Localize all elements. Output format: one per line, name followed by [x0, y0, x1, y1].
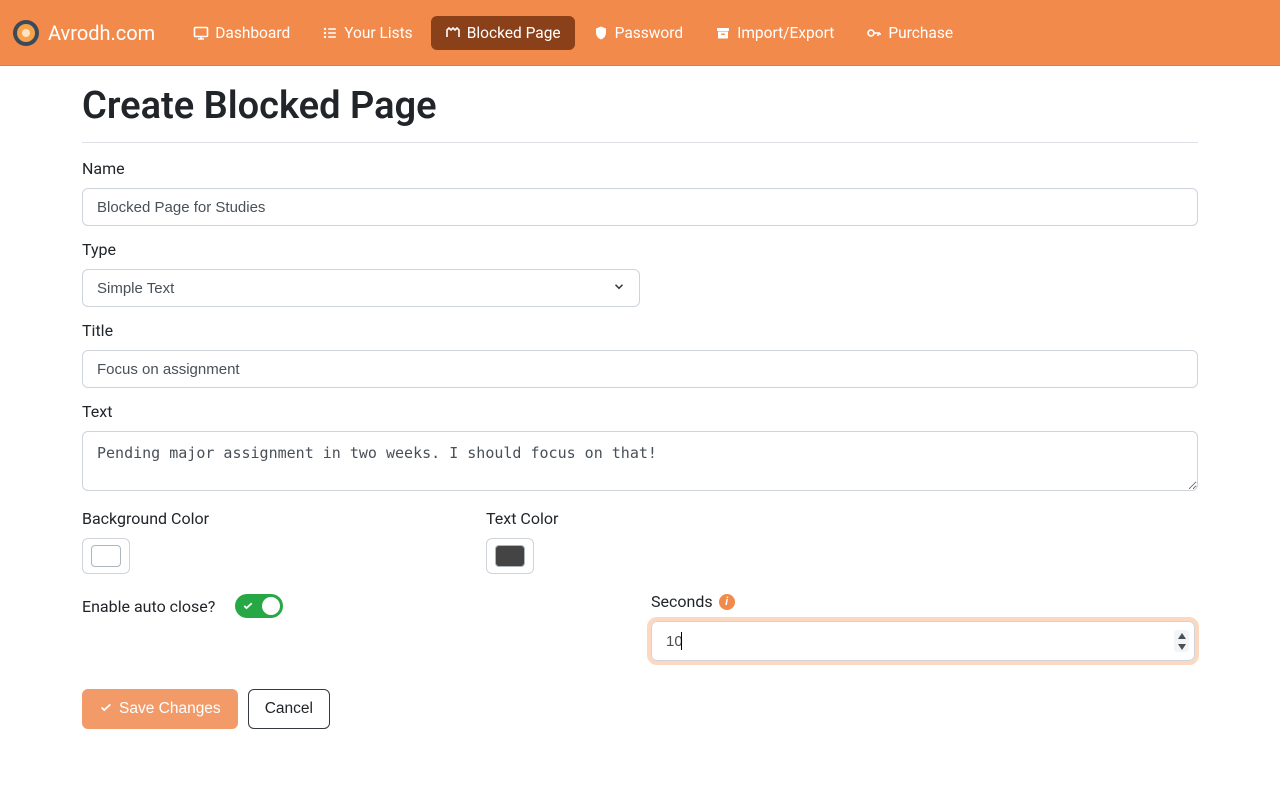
- title-input[interactable]: [82, 350, 1198, 388]
- nav-item-label: Purchase: [888, 24, 953, 42]
- field-name: Name: [82, 159, 1198, 226]
- autoclose-label: Enable auto close?: [82, 597, 215, 616]
- seconds-input[interactable]: [651, 621, 1195, 661]
- field-title: Title: [82, 321, 1198, 388]
- nav-item-password[interactable]: Password: [579, 16, 697, 50]
- key-icon: [866, 25, 882, 41]
- nav-item-purchase[interactable]: Purchase: [852, 16, 967, 50]
- name-label: Name: [82, 159, 1198, 178]
- field-type: Type Simple Text: [82, 240, 1198, 307]
- textcolor-label: Text Color: [486, 509, 866, 528]
- logo-icon: [12, 19, 40, 47]
- bgcolor-swatch: [91, 545, 121, 567]
- spinner-down[interactable]: [1174, 641, 1189, 652]
- list-icon: [322, 25, 338, 41]
- divider: [82, 142, 1198, 143]
- seconds-label: Seconds: [651, 592, 713, 611]
- nav-item-label: Import/Export: [737, 24, 834, 42]
- nav-items: Dashboard Your Lists Blocked Page Passwo…: [179, 16, 967, 50]
- autoclose-toggle[interactable]: [235, 594, 283, 618]
- textcolor-input[interactable]: [486, 538, 534, 574]
- brand[interactable]: Avrodh.com: [12, 19, 155, 47]
- cancel-button[interactable]: Cancel: [248, 689, 330, 729]
- type-label: Type: [82, 240, 1198, 259]
- textcolor-swatch: [495, 545, 525, 567]
- bgcolor-label: Background Color: [82, 509, 462, 528]
- name-input[interactable]: [82, 188, 1198, 226]
- field-text: Text Pending major assignment in two wee…: [82, 402, 1198, 495]
- nav-item-label: Your Lists: [344, 24, 413, 42]
- nav-item-import-export[interactable]: Import/Export: [701, 16, 848, 50]
- navbar: Avrodh.com Dashboard Your Lists Blocked …: [0, 0, 1280, 66]
- nav-item-label: Dashboard: [215, 24, 290, 42]
- nav-item-dashboard[interactable]: Dashboard: [179, 16, 304, 50]
- text-label: Text: [82, 402, 1198, 421]
- save-button-label: Save Changes: [119, 700, 221, 718]
- field-enable-auto-close: Enable auto close?: [82, 592, 640, 620]
- monitor-icon: [193, 25, 209, 41]
- nav-item-label: Password: [615, 24, 683, 42]
- number-spinner: [1174, 630, 1189, 652]
- shield-icon: [593, 25, 609, 41]
- nav-item-label: Blocked Page: [467, 24, 561, 42]
- page-title: Create Blocked Page: [82, 84, 1198, 128]
- field-seconds: Seconds i: [651, 592, 1198, 661]
- nav-item-blocked-page[interactable]: Blocked Page: [431, 16, 575, 50]
- nav-item-your-lists[interactable]: Your Lists: [308, 16, 427, 50]
- main-container: Create Blocked Page Name Type Simple Tex…: [82, 66, 1198, 729]
- brand-text: Avrodh.com: [48, 21, 155, 45]
- toggle-knob: [262, 597, 280, 615]
- archive-icon: [715, 25, 731, 41]
- barrier-icon: [445, 25, 461, 41]
- text-input[interactable]: Pending major assignment in two weeks. I…: [82, 431, 1198, 491]
- check-icon: [99, 700, 113, 719]
- bgcolor-input[interactable]: [82, 538, 130, 574]
- save-button[interactable]: Save Changes: [82, 689, 238, 729]
- cancel-button-label: Cancel: [265, 700, 313, 718]
- text-caret: [681, 632, 682, 650]
- field-text-color: Text Color: [486, 509, 866, 574]
- field-background-color: Background Color: [82, 509, 462, 574]
- type-select[interactable]: Simple Text: [82, 269, 640, 307]
- title-label: Title: [82, 321, 1198, 340]
- check-icon: [242, 597, 254, 616]
- info-icon[interactable]: i: [719, 594, 735, 610]
- spinner-up[interactable]: [1174, 630, 1189, 641]
